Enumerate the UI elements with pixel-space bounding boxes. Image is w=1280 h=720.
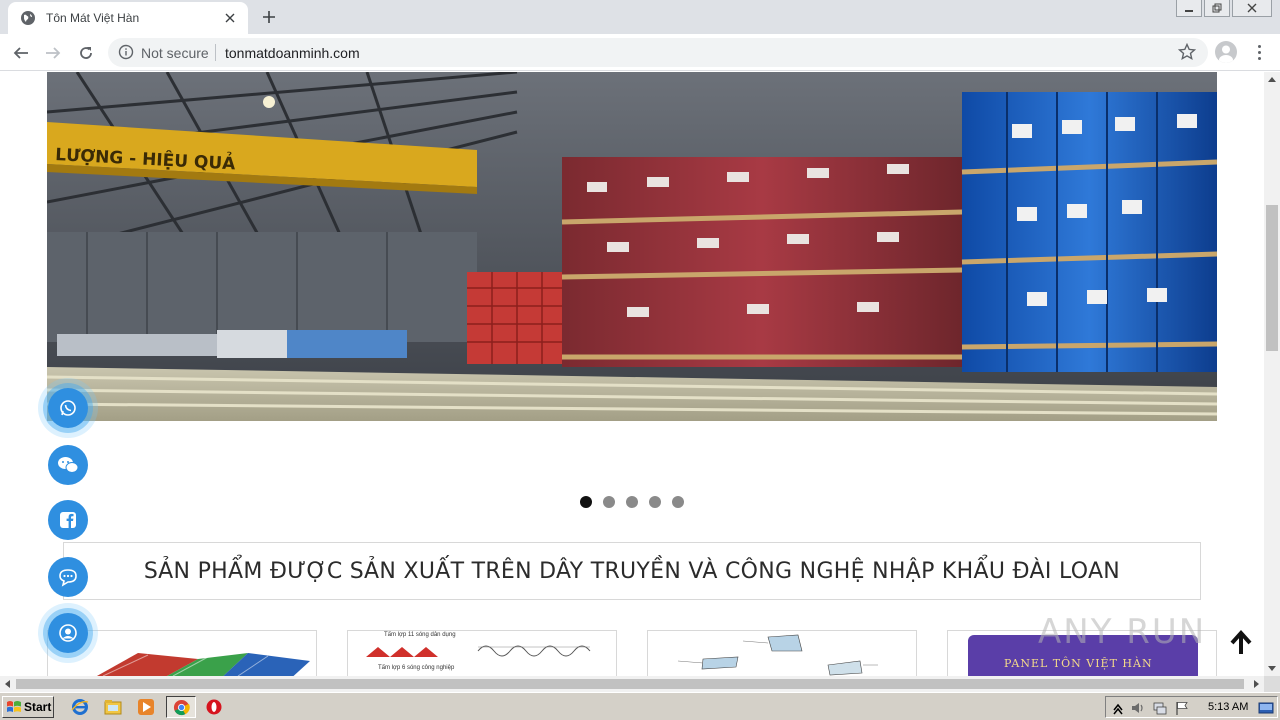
info-icon[interactable] <box>118 44 134 60</box>
slider-dot-2[interactable] <box>603 496 615 508</box>
browser-menu-icon[interactable] <box>1250 41 1268 63</box>
security-label[interactable]: Not secure <box>141 45 209 61</box>
arrow-right-icon <box>46 47 61 59</box>
product-card[interactable] <box>647 630 917 676</box>
browser-toolbar: Not secure tonmatdoanminh.com <box>0 34 1280 71</box>
address-bar[interactable]: Not secure tonmatdoanminh.com <box>108 38 1208 67</box>
minimize-button[interactable] <box>1176 0 1202 17</box>
browser-title-bar: Tôn Mát Việt Hàn <box>0 0 1280 34</box>
chat-bubble-icon <box>59 569 77 587</box>
hero-slider-image: LƯỢNG - HIỆU QUẢ <box>47 72 1217 421</box>
close-tab-icon[interactable] <box>220 8 240 28</box>
volume-icon[interactable] <box>1130 700 1146 716</box>
back-to-top-button[interactable] <box>1226 628 1256 658</box>
bookmark-star-icon[interactable] <box>1178 43 1196 61</box>
slider-dot-3[interactable] <box>626 496 638 508</box>
file-explorer-icon[interactable] <box>103 697 123 717</box>
facebook-button[interactable] <box>48 500 88 540</box>
arrow-up-icon <box>1230 630 1252 654</box>
roofing-sheets-image <box>96 653 310 676</box>
roof-accessories-diagram <box>677 634 878 676</box>
close-window-button[interactable] <box>1232 0 1272 17</box>
scroll-left-arrow-icon[interactable] <box>5 680 10 688</box>
start-button[interactable]: Start <box>2 696 54 718</box>
slider-dot-1[interactable] <box>580 496 592 508</box>
plus-icon <box>263 11 275 23</box>
horizontal-scrollbar[interactable] <box>0 676 1264 692</box>
back-button[interactable] <box>8 40 34 66</box>
vertical-scrollbar[interactable] <box>1264 72 1280 676</box>
profile-avatar-icon[interactable] <box>1215 41 1237 63</box>
taskbar-clock[interactable]: 5:13 AM <box>1208 701 1248 713</box>
reload-button[interactable] <box>73 40 99 66</box>
chat-button[interactable] <box>48 557 88 597</box>
facebook-icon <box>60 512 76 528</box>
product-card-title: PANEL TÔN VIỆT HÀN <box>1004 657 1153 670</box>
restore-button[interactable] <box>1204 0 1230 17</box>
chrome-icon <box>173 699 190 716</box>
support-button[interactable] <box>48 613 88 653</box>
product-card[interactable]: Tấm lợp 11 sóng dân dụng Tấm lợp 6 sóng … <box>347 630 617 676</box>
page-viewport: LƯỢNG - HIỆU QUẢ SẢN PHẨM ĐƯỢC SẢN XUẤT … <box>0 72 1264 676</box>
omnibox-divider <box>215 44 216 61</box>
windows-taskbar: Start 5:13 AM <box>0 692 1280 720</box>
whatsapp-icon <box>60 400 76 416</box>
network-icon[interactable] <box>1152 700 1168 716</box>
scroll-up-arrow-icon[interactable] <box>1268 77 1276 82</box>
opera-icon[interactable] <box>204 697 224 717</box>
globe-icon <box>21 11 35 25</box>
whatsapp-button[interactable] <box>48 388 88 428</box>
scroll-right-arrow-icon[interactable] <box>1254 680 1259 688</box>
scrollbar-corner <box>1264 676 1280 692</box>
start-label: Start <box>24 700 52 714</box>
wechat-icon <box>58 457 79 473</box>
slider-pagination <box>580 496 684 508</box>
anyrun-watermark: ANY RUN <box>1038 612 1207 652</box>
media-player-icon[interactable] <box>136 697 156 717</box>
section-heading: SẢN PHẨM ĐƯỢC SẢN XUẤT TRÊN DÂY TRUYỀN V… <box>63 542 1201 600</box>
reload-icon <box>80 47 92 59</box>
browser-tab[interactable]: Tôn Mát Việt Hàn <box>8 2 248 34</box>
product-card-caption: Tấm lợp 6 sóng công nghiệp <box>378 665 455 671</box>
system-tray: 5:13 AM <box>1105 696 1278 718</box>
show-desktop-icon[interactable] <box>1258 700 1274 716</box>
internet-explorer-icon[interactable] <box>70 697 90 717</box>
warehouse-illustration: LƯỢNG - HIỆU QUẢ <box>47 72 1217 421</box>
tab-title: Tôn Mát Việt Hàn <box>46 11 140 25</box>
slider-dot-4[interactable] <box>649 496 661 508</box>
horizontal-scroll-thumb[interactable] <box>16 679 1244 689</box>
wechat-button[interactable] <box>48 445 88 485</box>
chevron-up-icon[interactable] <box>1110 700 1126 716</box>
support-agent-icon <box>59 624 77 642</box>
arrow-left-icon <box>13 47 28 59</box>
scroll-down-arrow-icon[interactable] <box>1268 666 1276 671</box>
slider-dot-5[interactable] <box>672 496 684 508</box>
window-controls <box>1176 0 1272 17</box>
forward-button[interactable] <box>40 40 66 66</box>
windows-logo-icon <box>7 701 21 712</box>
vertical-scroll-thumb[interactable] <box>1266 205 1278 351</box>
flag-icon[interactable] <box>1174 700 1190 716</box>
url-text[interactable]: tonmatdoanminh.com <box>225 45 360 61</box>
chrome-taskbar-button[interactable] <box>166 696 196 718</box>
new-tab-button[interactable] <box>258 6 280 28</box>
